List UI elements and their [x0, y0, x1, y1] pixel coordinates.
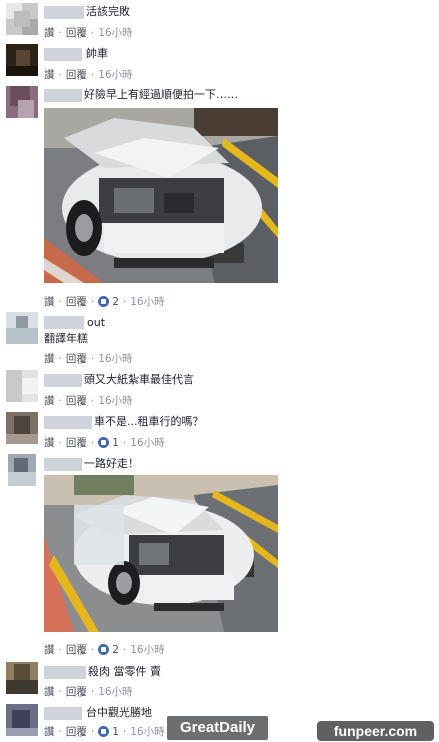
- comment-text: 一路好走！: [84, 457, 139, 470]
- comment-time[interactable]: 16小時: [98, 69, 132, 81]
- comment-actions: 讚 · 回覆 · 2 · 16小時: [44, 296, 165, 308]
- comment-actions: 讚 · 回覆 · 1 · 16小時: [44, 437, 165, 449]
- watermark-funpeer-text: funpeer.com: [333, 723, 418, 739]
- avatar[interactable]: [6, 3, 38, 35]
- like-reaction-icon: [98, 644, 110, 655]
- comment-actions: 讚 · 回覆 · 16小時: [44, 69, 133, 81]
- comment-time[interactable]: 16小時: [98, 27, 132, 39]
- avatar[interactable]: [6, 412, 38, 444]
- commenter-name[interactable]: [44, 48, 82, 61]
- commenter-name[interactable]: [44, 316, 84, 329]
- comment-actions: 讚 · 回覆 · 16小時: [44, 686, 133, 698]
- like-link[interactable]: 讚: [44, 644, 55, 656]
- comment-time[interactable]: 16小時: [130, 437, 164, 449]
- like-link[interactable]: 讚: [44, 27, 55, 39]
- avatar[interactable]: [6, 662, 38, 694]
- avatar[interactable]: [6, 370, 38, 402]
- avatar[interactable]: [6, 44, 38, 76]
- comment-actions: 讚 · 回覆 · 2 · 16小時: [44, 644, 165, 656]
- like-reaction-icon: [98, 726, 110, 737]
- like-link[interactable]: 讚: [44, 296, 55, 308]
- reply-link[interactable]: 回覆: [66, 437, 87, 449]
- comment-time[interactable]: 16小時: [130, 726, 164, 738]
- reply-link[interactable]: 回覆: [66, 395, 87, 407]
- avatar[interactable]: [8, 454, 36, 486]
- comment-time[interactable]: 16小時: [130, 644, 164, 656]
- commenter-name[interactable]: [44, 374, 82, 387]
- reply-link[interactable]: 回覆: [66, 644, 87, 656]
- reply-link[interactable]: 回覆: [66, 353, 87, 365]
- reply-link[interactable]: 回覆: [66, 296, 87, 308]
- reply-link[interactable]: 回覆: [66, 69, 87, 81]
- comment-text: 頭又大紙紮車最佳代言: [84, 373, 194, 386]
- reply-link[interactable]: 回覆: [66, 686, 87, 698]
- comment-actions: 讚 · 回覆 · 16小時: [44, 27, 133, 39]
- comment-photo[interactable]: [44, 108, 278, 283]
- watermark-greatdaily-text: GreatDaily: [179, 719, 256, 736]
- watermark-greatdaily: GreatDaily: [167, 716, 268, 740]
- comment-time[interactable]: 16小時: [130, 296, 164, 308]
- commenter-name[interactable]: [44, 666, 86, 679]
- comment-time[interactable]: 16小時: [98, 353, 132, 365]
- like-count[interactable]: 1: [112, 726, 119, 738]
- comment-text: out: [87, 316, 106, 329]
- comment-text: 殺肉 當零件 賣: [88, 665, 161, 678]
- comment-text: 車不是...租車行的嗎？: [94, 415, 204, 428]
- like-link[interactable]: 讚: [44, 395, 55, 407]
- like-count[interactable]: 1: [112, 437, 119, 449]
- comment-text: 活該完敗: [86, 5, 130, 18]
- comment-text-line2: 翻譯年糕: [44, 332, 88, 345]
- comment-photo[interactable]: [44, 475, 278, 632]
- comment-time[interactable]: 16小時: [98, 686, 132, 698]
- watermark-funpeer: funpeer.com: [317, 721, 434, 741]
- avatar[interactable]: [6, 704, 38, 736]
- like-link[interactable]: 讚: [44, 726, 55, 738]
- comment-actions: 讚 · 回覆 · 16小時: [44, 395, 133, 407]
- avatar[interactable]: [6, 312, 38, 344]
- like-reaction-icon: [98, 437, 110, 448]
- avatar[interactable]: [6, 86, 38, 118]
- like-link[interactable]: 讚: [44, 437, 55, 449]
- comment-time[interactable]: 16小時: [98, 395, 132, 407]
- commenter-name[interactable]: [44, 6, 84, 19]
- comment-text: 好險早上有經過順便拍一下……: [84, 88, 238, 101]
- reply-link[interactable]: 回覆: [66, 726, 87, 738]
- commenter-name[interactable]: [44, 89, 82, 102]
- comment-text: 台中觀光勝地: [86, 706, 152, 719]
- like-link[interactable]: 讚: [44, 69, 55, 81]
- like-reaction-icon: [98, 296, 110, 307]
- comment-actions: 讚 · 回覆 · 16小時: [44, 353, 133, 365]
- commenter-name[interactable]: [44, 707, 82, 720]
- like-count[interactable]: 2: [112, 296, 119, 308]
- commenter-name[interactable]: [44, 416, 92, 429]
- like-count[interactable]: 2: [112, 644, 119, 656]
- reply-link[interactable]: 回覆: [66, 27, 87, 39]
- comment-actions: 讚 · 回覆 · 1 · 16小時: [44, 726, 165, 738]
- like-link[interactable]: 讚: [44, 686, 55, 698]
- commenter-name[interactable]: [44, 458, 82, 471]
- comment-text: 帥車: [86, 47, 108, 60]
- like-link[interactable]: 讚: [44, 353, 55, 365]
